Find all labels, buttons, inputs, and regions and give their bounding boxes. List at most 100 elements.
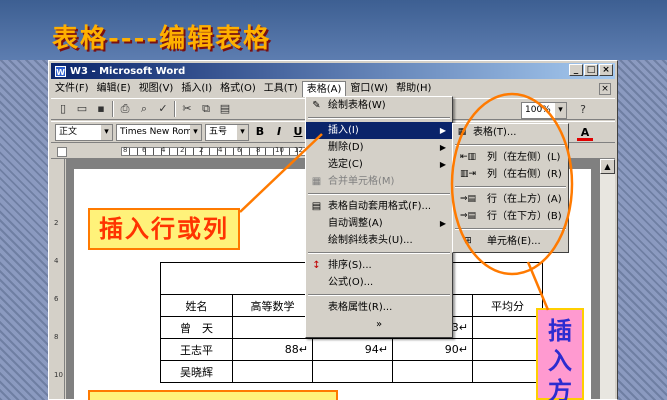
menu-tools[interactable]: 工具(T) bbox=[260, 81, 302, 97]
close-button[interactable]: × bbox=[599, 64, 613, 76]
menu-item-insert[interactable]: 插入(I) ▶ bbox=[306, 122, 452, 139]
submenu-arrow-icon: ▶ bbox=[439, 143, 446, 152]
header-cell-math[interactable]: 高等数学 bbox=[232, 294, 313, 317]
menu-item-autofit[interactable]: 自动调整(A) ▶ bbox=[306, 215, 452, 232]
menu-separator bbox=[455, 228, 566, 230]
submenu-arrow-icon: ▶ bbox=[439, 126, 446, 135]
table-cell[interactable] bbox=[312, 360, 393, 383]
menu-separator bbox=[455, 144, 566, 146]
table-cell[interactable]: 王志平 bbox=[160, 338, 233, 361]
toolbar-separator bbox=[112, 101, 114, 117]
ruler-number: 10 bbox=[54, 371, 63, 379]
table-cell[interactable]: 90↵ bbox=[392, 338, 473, 361]
column-left-icon: ⇤▥ bbox=[459, 152, 477, 162]
ruler-number: 6 bbox=[237, 146, 242, 154]
autoformat-icon: ▤ bbox=[311, 201, 322, 212]
table-cell[interactable] bbox=[472, 338, 543, 361]
menu-item-merge-cells[interactable]: ▦ 合并单元格(M) bbox=[306, 173, 452, 190]
copy-icon[interactable]: ⧉ bbox=[198, 101, 214, 117]
underline-button[interactable]: U bbox=[290, 124, 306, 140]
table-cell[interactable] bbox=[472, 316, 543, 339]
menu-separator bbox=[308, 193, 450, 195]
new-document-icon[interactable]: ▯ bbox=[55, 101, 71, 117]
menu-separator bbox=[308, 252, 450, 254]
menu-view[interactable]: 视图(V) bbox=[135, 81, 178, 97]
help-icon[interactable]: ? bbox=[575, 102, 591, 118]
slide-title: 表格----编辑表格 bbox=[52, 24, 272, 54]
bold-button[interactable]: B bbox=[252, 124, 268, 140]
vertical-scrollbar[interactable]: ▲ bbox=[599, 159, 615, 399]
zoom-select[interactable]: 100% bbox=[521, 102, 567, 119]
menu-separator bbox=[308, 117, 450, 119]
font-select[interactable]: Times New Roman bbox=[116, 123, 202, 141]
menu-help[interactable]: 帮助(H) bbox=[392, 81, 435, 97]
table-cell[interactable] bbox=[232, 360, 313, 383]
header-cell-average[interactable]: 平均分 bbox=[472, 294, 543, 317]
callout-insert-row-or-column: 插入行或列 bbox=[88, 208, 240, 250]
menu-item-select[interactable]: 选定(C) ▶ bbox=[306, 156, 452, 173]
submenu-item-column-right[interactable]: ▥⇥ 列（在右侧）(R) bbox=[453, 166, 568, 183]
menu-format[interactable]: 格式(O) bbox=[216, 81, 260, 97]
tab-stop-selector[interactable] bbox=[57, 147, 67, 157]
spelling-icon[interactable]: ✓ bbox=[155, 101, 171, 117]
cut-icon[interactable]: ✂ bbox=[179, 101, 195, 117]
font-color-button[interactable]: A bbox=[577, 125, 593, 141]
ruler-number: 8 bbox=[123, 146, 128, 154]
cell-icon: ⊞ bbox=[464, 236, 472, 246]
ruler-number: 2 bbox=[54, 219, 59, 227]
table-icon: ▦ bbox=[457, 127, 467, 137]
print-preview-icon[interactable]: ⌕ bbox=[136, 101, 152, 117]
sort-icon: ↕ bbox=[312, 260, 321, 271]
menu-item-delete[interactable]: 删除(D) ▶ bbox=[306, 139, 452, 156]
submenu-item-row-below[interactable]: ⇒▤ 行（在下方）(B) bbox=[453, 208, 568, 225]
row-below-icon: ⇒▤ bbox=[459, 211, 477, 221]
ruler-number: 4 bbox=[161, 146, 166, 154]
ruler-number: 4 bbox=[218, 146, 223, 154]
paste-icon[interactable]: ▤ bbox=[217, 101, 233, 117]
menu-expand-chevron[interactable]: » bbox=[306, 316, 452, 333]
save-icon[interactable]: ▪ bbox=[93, 101, 109, 117]
scroll-up-icon[interactable]: ▲ bbox=[600, 159, 615, 174]
column-right-icon: ▥⇥ bbox=[459, 169, 477, 179]
menu-table[interactable]: 表格(A) bbox=[301, 81, 347, 97]
submenu-item-cells[interactable]: ⊞ 单元格(E)... bbox=[453, 233, 568, 250]
table-cell[interactable]: 88↵ bbox=[232, 338, 313, 361]
submenu-arrow-icon: ▶ bbox=[439, 160, 446, 169]
submenu-item-row-above[interactable]: ⇒▤ 行（在上方）(A) bbox=[453, 191, 568, 208]
menu-item-diagonal-header[interactable]: 绘制斜线表头(U)... bbox=[306, 232, 452, 249]
minimize-button[interactable]: _ bbox=[569, 64, 583, 76]
table-cell[interactable]: 曾 天 bbox=[160, 316, 233, 339]
submenu-item-table[interactable]: ▦ 表格(T)... bbox=[453, 124, 568, 141]
ruler-number: 2 bbox=[180, 146, 185, 154]
title-bar: W W3 - Microsoft Word _ □ × bbox=[51, 63, 615, 79]
menu-separator bbox=[308, 294, 450, 296]
table-cell[interactable] bbox=[472, 360, 543, 383]
table-cell[interactable] bbox=[232, 316, 313, 339]
style-select[interactable]: 正文 bbox=[55, 123, 113, 141]
open-folder-icon[interactable]: ▭ bbox=[74, 101, 90, 117]
submenu-arrow-icon: ▶ bbox=[439, 219, 446, 228]
italic-button[interactable]: I bbox=[271, 124, 287, 140]
menu-edit[interactable]: 编辑(E) bbox=[93, 81, 135, 97]
table-cell[interactable]: 94↵ bbox=[312, 338, 393, 361]
menu-item-draw-table[interactable]: ✎ 绘制表格(W) bbox=[306, 97, 452, 114]
callout-bottom bbox=[88, 390, 338, 400]
callout-insert-method: 插入方 bbox=[536, 308, 584, 400]
print-icon[interactable]: ⎙ bbox=[117, 101, 133, 117]
menu-item-autoformat[interactable]: ▤ 表格自动套用格式(F)... bbox=[306, 198, 452, 215]
doc-close-button[interactable]: × bbox=[599, 83, 611, 95]
insert-submenu: ▦ 表格(T)... ⇤▥ 列（在左侧）(L) ▥⇥ 列（在右侧）(R) ⇒▤ 行（在上… bbox=[452, 123, 569, 253]
menu-item-sort[interactable]: ↕ 排序(S)... bbox=[306, 257, 452, 274]
menu-item-table-properties[interactable]: 表格属性(R)... bbox=[306, 299, 452, 316]
header-cell-name[interactable]: 姓名 bbox=[160, 294, 233, 317]
table-dropdown-menu: ✎ 绘制表格(W) 插入(I) ▶ 删除(D) ▶ 选定(C) ▶ ▦ 合并单元格(M) … bbox=[305, 96, 453, 338]
menu-insert[interactable]: 插入(I) bbox=[177, 81, 216, 97]
menu-file[interactable]: 文件(F) bbox=[51, 81, 93, 97]
submenu-item-column-left[interactable]: ⇤▥ 列（在左侧）(L) bbox=[453, 149, 568, 166]
table-cell[interactable] bbox=[392, 360, 473, 383]
table-cell[interactable]: 吴晓辉 bbox=[160, 360, 233, 383]
menu-window[interactable]: 窗口(W) bbox=[346, 81, 392, 97]
maximize-button[interactable]: □ bbox=[584, 64, 598, 76]
menu-item-formula[interactable]: 公式(O)... bbox=[306, 274, 452, 291]
font-size-select[interactable]: 五号 bbox=[205, 123, 249, 141]
